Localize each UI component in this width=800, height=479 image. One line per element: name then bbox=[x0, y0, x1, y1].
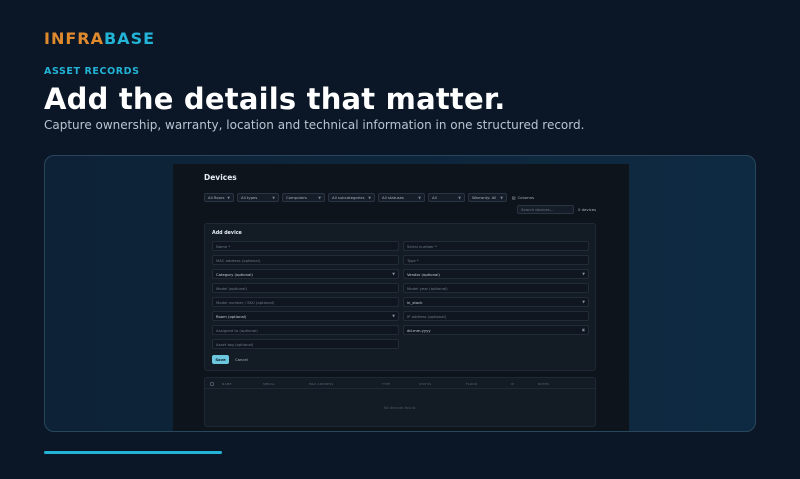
warranty-date-field[interactable]: dd.mm.yyyy ▣ bbox=[403, 325, 589, 335]
filter-label: Warranty: All bbox=[472, 195, 497, 200]
field-placeholder: MAC address (optional) bbox=[216, 257, 261, 263]
chevron-down-icon: ▼ bbox=[500, 195, 503, 200]
screenshot-frame: Devices All floors ▼ All types ▼ Computers… bbox=[44, 155, 756, 432]
column-header-ip[interactable]: IP bbox=[511, 382, 514, 386]
filter-label: Computers bbox=[286, 195, 307, 200]
filter-label: All floors bbox=[208, 195, 225, 200]
section-eyebrow: ASSET RECORDS bbox=[44, 66, 140, 77]
mac-address-field[interactable]: MAC address (optional) bbox=[212, 255, 399, 265]
model-year-field[interactable]: Model year (optional) bbox=[403, 283, 589, 293]
filter-misc-select[interactable]: All ▼ bbox=[428, 193, 465, 202]
chevron-down-icon: ▼ bbox=[272, 195, 275, 200]
columns-icon: ▥ bbox=[512, 195, 516, 200]
cancel-button[interactable]: Cancel bbox=[235, 357, 248, 362]
column-header-name[interactable]: NAME bbox=[222, 382, 232, 386]
column-header-serial[interactable]: SERIAL bbox=[263, 382, 275, 386]
column-header-type[interactable]: TYPE bbox=[382, 382, 390, 386]
chevron-down-icon: ▼ bbox=[458, 195, 461, 200]
brand-logo-part2: BASE bbox=[103, 29, 156, 48]
filter-status-select[interactable]: All statuses ▼ bbox=[378, 193, 425, 202]
progress-bar bbox=[44, 451, 222, 454]
brand-logo-part1: INFRA bbox=[44, 29, 104, 48]
asset-tag-field[interactable]: Asset tag (optional) bbox=[212, 339, 399, 349]
ip-address-field[interactable]: IP address (optional) bbox=[403, 311, 589, 321]
filter-floor-select[interactable]: All floors ▼ bbox=[204, 193, 234, 202]
serial-number-field[interactable]: Serial number * bbox=[403, 241, 589, 251]
category-select[interactable]: Category (optional) ▼ bbox=[212, 269, 399, 279]
field-value: Vendor (optional) bbox=[407, 271, 440, 277]
select-all-checkbox[interactable] bbox=[210, 381, 214, 386]
columns-button[interactable]: ▥ Columns bbox=[510, 193, 534, 202]
columns-label: Columns bbox=[517, 195, 535, 200]
empty-state-message: No devices found. bbox=[383, 406, 417, 410]
page-subline: Capture ownership, warranty, location an… bbox=[44, 118, 585, 132]
calendar-icon[interactable]: ▣ bbox=[582, 328, 585, 332]
brand-logo: INFRABASE bbox=[44, 29, 155, 48]
field-placeholder: Model (optional) bbox=[216, 285, 247, 291]
field-value: dd.mm.yyyy bbox=[407, 327, 431, 333]
column-header-floor[interactable]: FLOOR bbox=[466, 382, 477, 386]
app-title: Devices bbox=[204, 173, 237, 182]
type-field[interactable]: Type * bbox=[403, 255, 589, 265]
model-field[interactable]: Model (optional) bbox=[212, 283, 399, 293]
filter-label: All statuses bbox=[382, 195, 404, 200]
vendor-select[interactable]: Vendor (optional) ▼ bbox=[403, 269, 589, 279]
chevron-down-icon: ▼ bbox=[318, 195, 321, 200]
name-field[interactable]: Name * bbox=[212, 241, 399, 251]
field-placeholder: Serial number * bbox=[407, 243, 437, 249]
filter-type-select[interactable]: All types ▼ bbox=[237, 193, 279, 202]
devices-table: NAME SERIAL MAC ADDRESS TYPE STATUS FLOO… bbox=[204, 377, 596, 427]
search-input[interactable]: Search devices... bbox=[517, 205, 574, 214]
filter-warranty-select[interactable]: Warranty: All ▼ bbox=[468, 193, 507, 202]
chevron-down-icon: ▼ bbox=[227, 195, 230, 200]
chevron-down-icon: ▼ bbox=[392, 272, 395, 276]
filter-subcategory-select[interactable]: All subcategories ▼ bbox=[328, 193, 375, 202]
filter-bar: All floors ▼ All types ▼ Computers ▼ All su… bbox=[204, 193, 534, 202]
add-device-form: Add device Name * Serial number * MAC ad… bbox=[204, 223, 596, 371]
field-placeholder: Name * bbox=[216, 243, 231, 249]
field-value: in_stock bbox=[407, 299, 423, 305]
field-placeholder: IP address (optional) bbox=[407, 313, 447, 319]
filter-category-select[interactable]: Computers ▼ bbox=[282, 193, 325, 202]
chevron-down-icon: ▼ bbox=[392, 314, 395, 318]
field-value: Category (optional) bbox=[216, 271, 253, 277]
field-value: Room (optional) bbox=[216, 313, 247, 319]
field-placeholder: Type * bbox=[407, 257, 419, 263]
form-title: Add device bbox=[212, 231, 242, 236]
chevron-down-icon: ▼ bbox=[582, 300, 585, 304]
chevron-down-icon: ▼ bbox=[368, 195, 371, 200]
model-number-field[interactable]: Model number / SKU (optional) bbox=[212, 297, 399, 307]
save-button[interactable]: Save bbox=[212, 355, 229, 364]
page-headline: Add the details that matter. bbox=[44, 82, 506, 116]
chevron-down-icon: ▼ bbox=[418, 195, 421, 200]
app-screenshot: Devices All floors ▼ All types ▼ Computers… bbox=[173, 164, 629, 431]
column-header-status[interactable]: STATUS bbox=[419, 382, 431, 386]
field-placeholder: Model year (optional) bbox=[407, 285, 448, 291]
filter-label: All bbox=[432, 195, 437, 200]
chevron-down-icon: ▼ bbox=[582, 272, 585, 276]
field-placeholder: Asset tag (optional) bbox=[216, 341, 254, 347]
column-header-notes[interactable]: NOTES bbox=[538, 382, 549, 386]
field-placeholder: Assigned to (optional) bbox=[216, 327, 258, 333]
assigned-to-field[interactable]: Assigned to (optional) bbox=[212, 325, 399, 335]
field-placeholder: Model number / SKU (optional) bbox=[216, 299, 275, 305]
table-header: NAME SERIAL MAC ADDRESS TYPE STATUS FLOO… bbox=[205, 378, 595, 389]
filter-label: All types bbox=[241, 195, 258, 200]
column-header-mac[interactable]: MAC ADDRESS bbox=[309, 382, 333, 386]
filter-label: All subcategories bbox=[332, 195, 365, 200]
room-select[interactable]: Room (optional) ▼ bbox=[212, 311, 399, 321]
status-select[interactable]: in_stock ▼ bbox=[403, 297, 589, 307]
device-count: 0 devices bbox=[578, 207, 597, 212]
